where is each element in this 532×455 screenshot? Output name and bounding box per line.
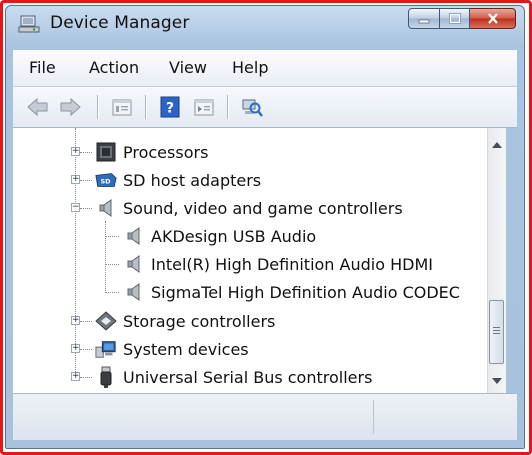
collapse-toggle[interactable]: − [71, 203, 80, 212]
tree-connector [80, 349, 92, 351]
tree-connector [80, 180, 92, 182]
window-controls [408, 8, 516, 30]
title-bar[interactable]: Device Manager [6, 6, 524, 42]
tree-item-sound-video-game[interactable]: − Sound, video and game controllers [68, 195, 403, 221]
usb-icon [95, 366, 117, 388]
tree-item-label: AKDesign USB Audio [151, 226, 317, 246]
sd-card-icon: SD [95, 170, 117, 190]
tree-connector [105, 292, 119, 294]
speaker-icon [123, 282, 145, 302]
svg-text:SD: SD [101, 178, 111, 186]
properties-icon [112, 99, 132, 116]
properties-button[interactable] [109, 95, 135, 119]
status-bar-divider [373, 400, 374, 434]
tree-connector [80, 152, 92, 154]
status-bar [13, 393, 517, 440]
help-button[interactable]: ? [157, 95, 183, 119]
svg-text:?: ? [166, 101, 174, 117]
tree-item-processors[interactable]: + Processors [68, 139, 208, 165]
help-icon: ? [160, 96, 180, 118]
menu-bar: File Action View Help [13, 50, 517, 87]
expand-toggle[interactable]: + [71, 344, 80, 353]
maximize-icon [448, 13, 461, 24]
tree-item-sigmatel-audio-codec[interactable]: SigmaTel High Definition Audio CODEC [105, 279, 460, 305]
window-title: Device Manager [50, 13, 190, 33]
tree-connector [80, 208, 92, 210]
tree-item-label: SD host adapters [123, 170, 262, 190]
toolbar-separator [227, 95, 228, 119]
device-manager-window: Device Manager File Action View Help ? +… [5, 5, 525, 449]
tree-item-label: Processors [123, 142, 209, 162]
expand-toggle[interactable]: + [71, 175, 80, 184]
tree-item-label: Universal Serial Bus controllers [123, 367, 373, 387]
tree-connector [105, 264, 119, 266]
speaker-icon [123, 254, 145, 274]
toolbar-separator [97, 95, 98, 119]
forward-button[interactable] [57, 95, 83, 119]
tree-item-intel-hdmi-audio[interactable]: Intel(R) High Definition Audio HDMI [105, 251, 433, 277]
scroll-up-arrow-icon[interactable] [492, 142, 502, 148]
back-arrow-icon [27, 97, 48, 117]
tree-item-label: System devices [123, 339, 249, 359]
tree-item-label: Sound, video and game controllers [123, 198, 403, 218]
maximize-button[interactable] [440, 8, 470, 29]
menu-action[interactable]: Action [85, 58, 143, 77]
vertical-scrollbar[interactable] [487, 128, 506, 394]
menu-file[interactable]: File [25, 58, 60, 77]
speaker-icon [95, 198, 117, 218]
tree-item-akdesign-usb-audio[interactable]: AKDesign USB Audio [105, 223, 316, 249]
tree-item-sd-host-adapters[interactable]: + SD SD host adapters [68, 167, 261, 193]
scan-hardware-icon [242, 99, 263, 117]
tree-item-label: Intel(R) High Definition Audio HDMI [151, 254, 433, 274]
menu-help[interactable]: Help [228, 58, 272, 77]
forward-arrow-icon [60, 97, 81, 117]
tree-item-label: SigmaTel High Definition Audio CODEC [151, 282, 460, 302]
scan-hardware-button[interactable] [239, 95, 265, 119]
scrollbar-thumb[interactable] [489, 300, 504, 364]
processor-icon [95, 142, 117, 162]
tree-connector [105, 236, 119, 238]
grip-icon [493, 327, 500, 334]
details-icon [194, 99, 214, 116]
expand-toggle[interactable]: + [71, 372, 80, 381]
expand-toggle[interactable]: + [71, 316, 80, 325]
tree-item-usb-controllers[interactable]: + Universal Serial Bus controllers [68, 364, 372, 390]
expand-toggle[interactable]: + [71, 147, 80, 156]
tree-connector [80, 377, 92, 379]
storage-icon [95, 311, 117, 331]
close-icon [487, 13, 498, 24]
back-button[interactable] [25, 95, 51, 119]
close-button[interactable] [470, 8, 516, 29]
menu-view[interactable]: View [165, 58, 211, 77]
minimize-icon [418, 19, 430, 23]
tree-item-storage-controllers[interactable]: + Storage controllers [68, 308, 275, 334]
tree-item-label: Storage controllers [123, 311, 276, 331]
details-button[interactable] [191, 95, 217, 119]
tree-item-system-devices[interactable]: + System devices [68, 336, 249, 362]
device-manager-app-icon [18, 15, 40, 33]
toolbar: ? [13, 87, 517, 128]
computer-icon [95, 339, 117, 359]
toolbar-separator [145, 95, 146, 119]
device-tree: + Processors + SD SD host adapters − Sou… [13, 128, 487, 394]
speaker-icon [123, 226, 145, 246]
scroll-down-arrow-icon[interactable] [492, 378, 502, 384]
tree-connector [80, 321, 92, 323]
minimize-button[interactable] [408, 8, 440, 29]
